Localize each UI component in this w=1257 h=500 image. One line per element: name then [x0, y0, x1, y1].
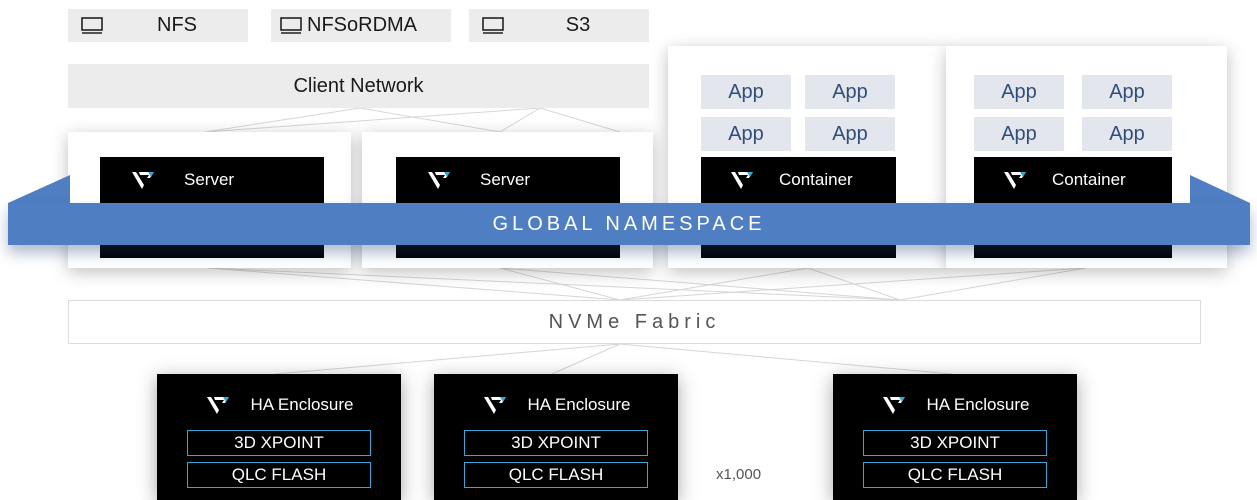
weka-logo-icon: [1002, 169, 1028, 191]
enclosure-label: HA Enclosure: [527, 395, 631, 414]
fabric-label: NVMe Fabric: [548, 310, 721, 333]
enclosure-header: HA Enclosure: [434, 394, 678, 416]
enclosure-header: HA Enclosure: [157, 394, 401, 416]
ha-enclosure: HA Enclosure 3D XPOINT QLC FLASH: [833, 374, 1077, 500]
host-label: Server: [184, 170, 235, 189]
weka-logo-icon: [130, 169, 156, 191]
ha-enclosure: HA Enclosure 3D XPOINT QLC FLASH: [434, 374, 678, 500]
app-box: App: [1082, 75, 1172, 109]
weka-logo-icon: [482, 394, 508, 416]
enclosure-label: HA Enclosure: [926, 395, 1030, 414]
host-label: Container: [779, 170, 853, 189]
server-bar: Server: [396, 157, 620, 203]
tier-3d-xpoint: 3D XPOINT: [464, 430, 648, 456]
app-box: App: [701, 117, 791, 151]
app-box: App: [805, 75, 895, 109]
monitor-icon: [279, 16, 305, 36]
app-box: App: [701, 75, 791, 109]
client-network-label: Client Network: [293, 74, 424, 97]
ha-enclosure: HA Enclosure 3D XPOINT QLC FLASH: [157, 374, 401, 500]
app-box: App: [805, 117, 895, 151]
enclosure-multiplier: x1,000: [716, 466, 762, 483]
tier-qlc-flash: QLC FLASH: [464, 462, 648, 488]
weka-logo-icon: [426, 169, 452, 191]
protocol-nfsordma: NFSoRDMA: [271, 9, 451, 42]
monitor-icon: [80, 16, 106, 36]
tier-3d-xpoint: 3D XPOINT: [187, 430, 371, 456]
weka-logo-icon: [729, 169, 755, 191]
protocol-label: NFSoRDMA: [307, 14, 418, 36]
host-label: Container: [1052, 170, 1126, 189]
container-bar: Container: [701, 157, 896, 203]
app-box: App: [974, 117, 1064, 151]
weka-logo-icon: [205, 394, 231, 416]
app-box: App: [974, 75, 1064, 109]
protocol-nfs: NFS: [68, 9, 248, 42]
nvme-fabric: NVMe Fabric: [68, 300, 1201, 344]
weka-logo-icon: [881, 394, 907, 416]
tier-qlc-flash: QLC FLASH: [187, 462, 371, 488]
monitor-icon: [481, 16, 507, 36]
enclosure-label: HA Enclosure: [250, 395, 354, 414]
protocol-label: S3: [565, 14, 591, 36]
client-network: Client Network: [68, 64, 649, 108]
tier-3d-xpoint: 3D XPOINT: [863, 430, 1047, 456]
global-namespace: GLOBAL NAMESPACE: [8, 203, 1250, 245]
host-label: Server: [480, 170, 531, 189]
protocol-label: NFS: [157, 14, 197, 36]
tier-qlc-flash: QLC FLASH: [863, 462, 1047, 488]
container-bar: Container: [974, 157, 1172, 203]
enclosure-header: HA Enclosure: [833, 394, 1077, 416]
namespace-label: GLOBAL NAMESPACE: [492, 212, 766, 235]
app-box: App: [1082, 117, 1172, 151]
server-bar: Server: [100, 157, 324, 203]
protocol-s3: S3: [469, 9, 649, 42]
